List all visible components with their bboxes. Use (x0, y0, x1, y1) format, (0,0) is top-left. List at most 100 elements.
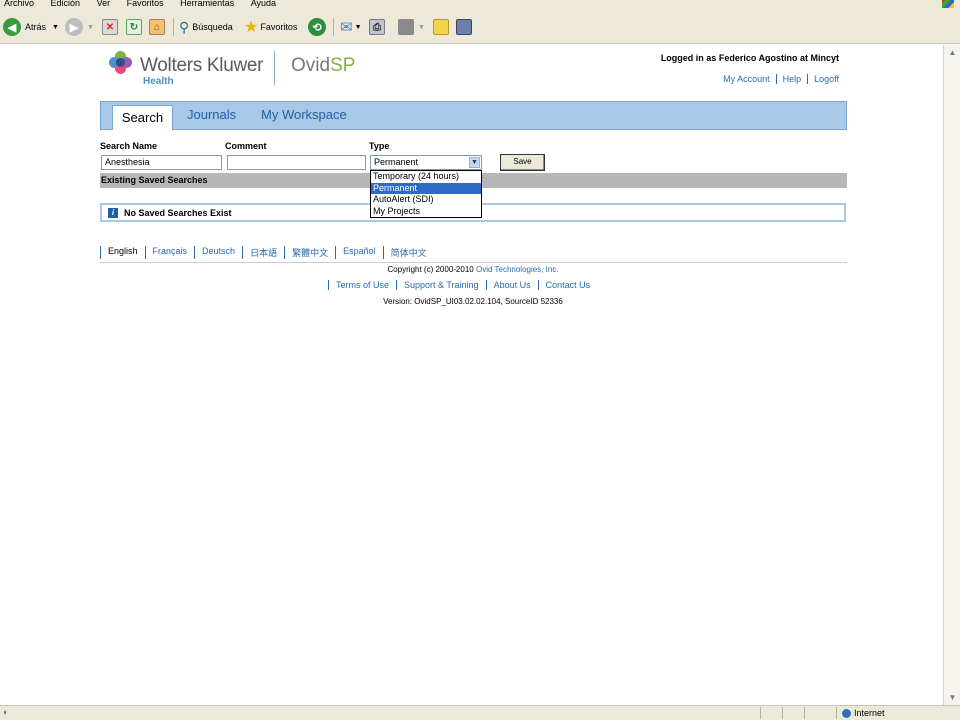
windows-logo-icon (942, 0, 954, 8)
option-permanent[interactable]: Permanent (371, 182, 481, 194)
chevron-down-icon[interactable]: ▼ (469, 157, 480, 168)
ie-status-bar: ◐ Internet (0, 705, 960, 720)
option-my-projects[interactable]: My Projects (371, 206, 481, 218)
home-button[interactable]: ⌂ (149, 17, 165, 37)
stop-icon: ✕ (102, 19, 118, 35)
ie-toolbar: ◀ Atrás ▼ ▶ ▼ ✕ ↻ ⌂ ⚲ Búsqueda ★ Favorit… (0, 8, 960, 44)
no-saved-searches-text: No Saved Searches Exist (124, 208, 232, 218)
favorites-label: Favoritos (260, 22, 298, 32)
status-divider (836, 707, 837, 719)
lang-simplified-chinese[interactable]: 简体中文 (382, 246, 434, 259)
chevron-down-icon: ▼ (418, 23, 425, 31)
lang-japanese[interactable]: 日本語 (242, 246, 284, 259)
globe-icon (842, 709, 851, 718)
menu-favoritos[interactable]: Favoritos (127, 0, 164, 8)
type-select-value: Permanent (374, 157, 419, 167)
wolters-kluwer-logo-icon (109, 51, 133, 75)
type-select[interactable]: Permanent ▼ (370, 155, 482, 170)
ovid-company-link[interactable]: Ovid Technologies, Inc. (476, 265, 559, 274)
history-icon: ⟲ (308, 18, 326, 36)
search-name-input[interactable]: Anesthesia (101, 155, 222, 170)
lang-francais[interactable]: Français (144, 246, 195, 259)
copyright-text: Copyright (c) 2000-2010 Ovid Technologie… (0, 265, 946, 274)
logged-in-text: Logged in as Federico Agostino at Mincyt (660, 53, 839, 63)
scroll-up-icon[interactable]: ▲ (945, 45, 960, 60)
support-training-link[interactable]: Support & Training (396, 280, 486, 290)
terms-of-use-link[interactable]: Terms of Use (328, 280, 396, 290)
option-autoalert[interactable]: AutoAlert (SDI) (371, 194, 481, 206)
mail-icon: ✉ (340, 19, 353, 36)
menu-ayuda[interactable]: Ayuda (251, 0, 276, 8)
menu-edicion[interactable]: Edición (51, 0, 81, 8)
tab-my-workspace[interactable]: My Workspace (261, 107, 347, 122)
logoff-link[interactable]: Logoff (807, 74, 839, 84)
menu-herramientas[interactable]: Herramientas (180, 0, 234, 8)
account-links: My Account Help Logoff (717, 74, 839, 84)
mail-button[interactable]: ✉ ▼ (340, 17, 362, 37)
version-text: Version: OvidSP_UI03.02.02.104, SourceID… (383, 297, 563, 306)
copyright-label: Copyright (c) 2000-2010 (387, 265, 474, 274)
tab-journals[interactable]: Journals (187, 107, 236, 122)
security-zone: Internet (854, 708, 885, 718)
comment-input[interactable] (227, 155, 366, 170)
forward-button[interactable]: ▶ ▼ (65, 17, 94, 37)
back-button[interactable]: ◀ Atrás ▼ (3, 17, 59, 37)
history-button[interactable]: ⟲ (308, 17, 326, 37)
language-links: English Français Deutsch 日本語 繁體中文 Españo… (100, 246, 434, 259)
scroll-down-icon[interactable]: ▼ (945, 690, 960, 705)
status-divider (782, 707, 783, 719)
menu-ver[interactable]: Ver (97, 0, 111, 8)
main-nav: Search Journals My Workspace (100, 101, 847, 130)
forward-arrow-icon: ▶ (65, 18, 83, 36)
status-divider (804, 707, 805, 719)
brand-sub: Health (143, 76, 174, 87)
edit-button[interactable]: ▼ (398, 17, 425, 37)
comment-label: Comment (225, 141, 267, 151)
info-icon: i (108, 208, 118, 218)
save-button[interactable]: Save (500, 154, 545, 171)
page-status-icon: ◐ (3, 707, 9, 717)
toolbar-divider (333, 18, 334, 36)
logo-divider (274, 51, 275, 85)
lang-english[interactable]: English (100, 246, 145, 259)
option-temporary[interactable]: Temporary (24 hours) (371, 171, 481, 183)
brand-name: Wolters Kluwer (140, 55, 264, 76)
star-icon: ★ (244, 19, 259, 36)
research-button[interactable] (456, 17, 472, 37)
product-name-a: Ovid (291, 55, 331, 76)
footer-divider (100, 262, 847, 263)
back-label: Atrás (25, 22, 47, 32)
lang-deutsch[interactable]: Deutsch (194, 246, 242, 259)
help-link[interactable]: Help (775, 74, 808, 84)
product-name: OvidSP (291, 55, 355, 77)
edit-icon (398, 19, 414, 35)
refresh-button[interactable]: ↻ (126, 17, 142, 37)
tab-search[interactable]: Search (112, 105, 173, 130)
lang-espanol[interactable]: Español (335, 246, 383, 259)
research-icon (456, 19, 472, 35)
back-arrow-icon: ◀ (3, 18, 21, 36)
contact-us-link[interactable]: Contact Us (537, 280, 598, 290)
footer-links: Terms of Use Support & Training About Us… (328, 280, 597, 290)
menu-archivo[interactable]: Archivo (4, 0, 34, 8)
my-account-link[interactable]: My Account (717, 74, 776, 84)
note-icon (433, 19, 449, 35)
search-name-label: Search Name (100, 141, 158, 151)
search-label: Búsqueda (192, 22, 233, 32)
search-button[interactable]: ⚲ Búsqueda (179, 17, 233, 37)
lang-traditional-chinese[interactable]: 繁體中文 (284, 246, 335, 259)
search-icon: ⚲ (179, 18, 190, 35)
vertical-scrollbar[interactable]: ▲ ▼ (943, 45, 960, 705)
favorites-button[interactable]: ★ Favoritos (244, 17, 297, 37)
toolbar-divider (173, 18, 174, 36)
type-label: Type (369, 141, 390, 151)
refresh-icon: ↻ (126, 19, 142, 35)
stop-button[interactable]: ✕ (102, 17, 118, 37)
home-icon: ⌂ (149, 19, 165, 35)
print-button[interactable]: ⎙ (369, 17, 385, 37)
about-us-link[interactable]: About Us (485, 280, 538, 290)
status-divider (760, 707, 761, 719)
chevron-down-icon: ▼ (354, 23, 362, 31)
printer-icon: ⎙ (369, 19, 385, 35)
notes-button[interactable] (433, 17, 449, 37)
